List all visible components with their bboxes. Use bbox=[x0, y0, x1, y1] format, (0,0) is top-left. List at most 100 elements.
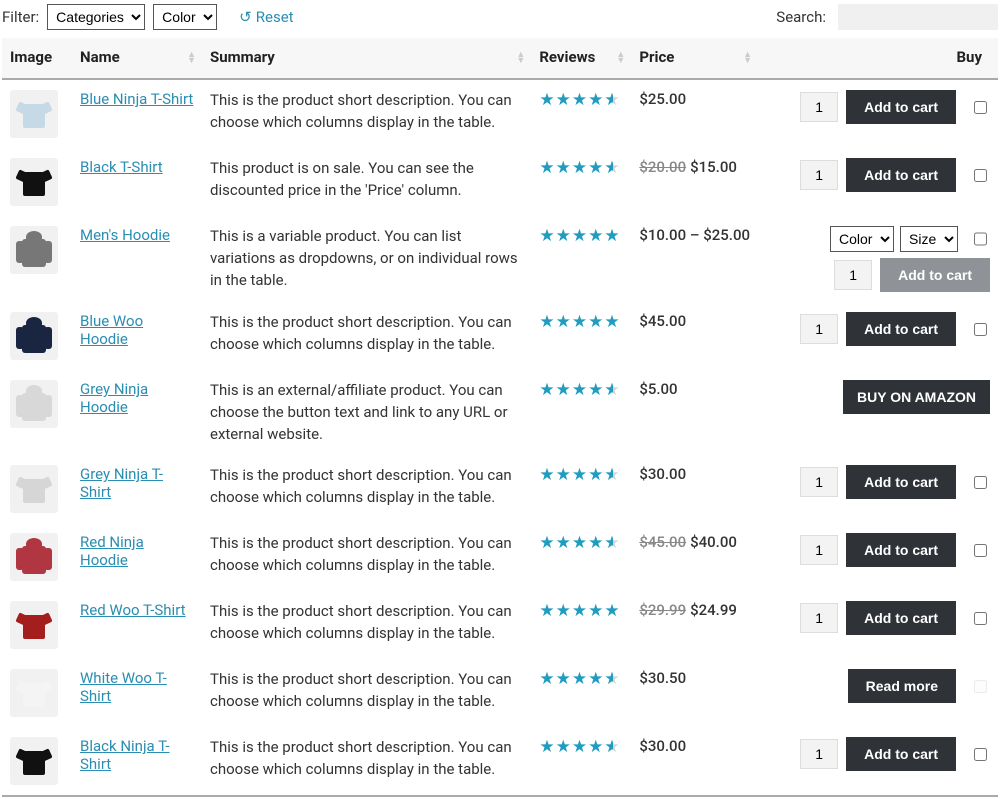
quantity-input[interactable] bbox=[800, 160, 838, 190]
add-to-cart-button[interactable]: Add to cart bbox=[846, 737, 956, 771]
product-price: $30.50 bbox=[639, 669, 750, 687]
quantity-input[interactable] bbox=[800, 535, 838, 565]
old-price: $20.00 bbox=[639, 158, 686, 176]
star-icon bbox=[539, 601, 554, 621]
variation-color-select[interactable]: Color bbox=[830, 226, 894, 252]
select-row-checkbox[interactable] bbox=[974, 476, 987, 489]
product-price: $20.00$15.00 bbox=[639, 158, 750, 176]
star-icon bbox=[588, 465, 603, 485]
product-name-link[interactable]: Blue Ninja T-Shirt bbox=[80, 90, 193, 108]
star-rating bbox=[539, 158, 621, 178]
product-name-link[interactable]: Black Ninja T-Shirt bbox=[80, 737, 170, 773]
star-rating bbox=[539, 226, 619, 246]
add-to-cart-button[interactable]: Add to cart bbox=[880, 258, 990, 292]
reset-link[interactable]: Reset bbox=[239, 8, 293, 26]
header-price[interactable]: Price▲▼ bbox=[631, 38, 758, 79]
quantity-input[interactable] bbox=[800, 739, 838, 769]
select-row-checkbox[interactable] bbox=[974, 612, 987, 625]
product-image[interactable] bbox=[10, 90, 58, 138]
add-to-cart-button[interactable]: Add to cart bbox=[846, 465, 956, 499]
add-to-cart-button[interactable]: Add to cart bbox=[846, 158, 956, 192]
table-row: Black T-Shirt This product is on sale. Y… bbox=[2, 148, 998, 216]
product-thumbnail-tshirt bbox=[17, 166, 51, 198]
read-more-button[interactable]: Read more bbox=[848, 669, 956, 703]
select-row-checkbox[interactable] bbox=[974, 229, 987, 249]
search-input[interactable] bbox=[838, 4, 998, 30]
price-value: $30.50 bbox=[639, 669, 686, 687]
buy-external-button[interactable]: BUY ON AMAZON bbox=[843, 380, 990, 414]
header-summary[interactable]: Summary▲▼ bbox=[202, 38, 531, 79]
product-summary: This is the product short description. Y… bbox=[210, 312, 523, 356]
star-icon bbox=[572, 380, 587, 400]
product-price: $29.99$24.99 bbox=[639, 601, 750, 619]
quantity-input[interactable] bbox=[800, 603, 838, 633]
product-image[interactable] bbox=[10, 312, 58, 360]
header-reviews[interactable]: Reviews▲▼ bbox=[531, 38, 631, 79]
product-image[interactable] bbox=[10, 158, 58, 206]
star-half-icon bbox=[604, 380, 621, 400]
filter-categories-select[interactable]: Categories bbox=[47, 4, 145, 30]
add-to-cart-button[interactable]: Add to cart bbox=[846, 601, 956, 635]
product-summary: This is the product short description. Y… bbox=[210, 465, 523, 509]
price-value: $30.00 bbox=[639, 465, 686, 483]
add-to-cart-button[interactable]: Add to cart bbox=[846, 533, 956, 567]
product-thumbnail-tshirt bbox=[17, 677, 51, 709]
old-price: $29.99 bbox=[639, 601, 686, 619]
star-icon bbox=[588, 669, 603, 689]
product-thumbnail-tshirt bbox=[17, 98, 51, 130]
product-thumbnail-hoodie bbox=[16, 317, 52, 355]
star-icon bbox=[539, 312, 554, 332]
product-name-link[interactable]: Grey Ninja T-Shirt bbox=[80, 465, 163, 501]
header-name[interactable]: Name▲▼ bbox=[72, 38, 202, 79]
product-name-link[interactable]: Blue Woo Hoodie bbox=[80, 312, 143, 348]
price-value: $30.00 bbox=[639, 737, 686, 755]
star-rating bbox=[539, 380, 621, 400]
table-row: Blue Woo Hoodie This is the product shor… bbox=[2, 302, 998, 370]
quantity-input[interactable] bbox=[800, 92, 838, 122]
star-icon bbox=[556, 226, 571, 246]
variation-size-select[interactable]: Size bbox=[900, 226, 958, 252]
star-icon bbox=[588, 312, 603, 332]
star-half-icon bbox=[604, 533, 621, 553]
product-price: $30.00 bbox=[639, 737, 750, 755]
star-rating bbox=[539, 465, 621, 485]
product-image[interactable] bbox=[10, 226, 58, 274]
search-label: Search: bbox=[776, 8, 826, 26]
select-row-checkbox[interactable] bbox=[974, 169, 987, 182]
product-name-link[interactable]: Black T-Shirt bbox=[80, 158, 163, 176]
star-icon bbox=[588, 737, 603, 757]
star-icon bbox=[572, 312, 587, 332]
star-icon bbox=[604, 601, 619, 621]
product-name-link[interactable]: White Woo T-Shirt bbox=[80, 669, 167, 705]
quantity-input[interactable] bbox=[800, 467, 838, 497]
product-name-link[interactable]: Grey Ninja Hoodie bbox=[80, 380, 148, 416]
select-row-checkbox[interactable] bbox=[974, 748, 987, 761]
price-value: $45.00 bbox=[639, 312, 686, 330]
add-to-cart-button[interactable]: Add to cart bbox=[846, 90, 956, 124]
select-row-checkbox[interactable] bbox=[974, 323, 987, 336]
product-image[interactable] bbox=[10, 601, 58, 649]
star-icon bbox=[588, 226, 603, 246]
select-row-checkbox[interactable] bbox=[974, 544, 987, 557]
table-row: Grey Ninja Hoodie This is an external/af… bbox=[2, 370, 998, 455]
star-half-icon bbox=[604, 669, 621, 689]
product-image[interactable] bbox=[10, 669, 58, 717]
product-name-link[interactable]: Red Woo T-Shirt bbox=[80, 601, 186, 619]
add-to-cart-button[interactable]: Add to cart bbox=[846, 312, 956, 346]
star-half-icon bbox=[604, 737, 621, 757]
price-value: $25.00 bbox=[639, 90, 686, 108]
quantity-input[interactable] bbox=[800, 314, 838, 344]
quantity-input[interactable] bbox=[834, 260, 872, 290]
filter-color-select[interactable]: Color bbox=[153, 4, 217, 30]
product-image[interactable] bbox=[10, 380, 58, 428]
star-icon bbox=[588, 380, 603, 400]
star-icon bbox=[556, 312, 571, 332]
product-image[interactable] bbox=[10, 533, 58, 581]
product-summary: This is the product short description. Y… bbox=[210, 669, 523, 713]
product-name-link[interactable]: Men's Hoodie bbox=[80, 226, 170, 244]
product-image[interactable] bbox=[10, 737, 58, 785]
product-name-link[interactable]: Red Ninja Hoodie bbox=[80, 533, 144, 569]
product-image[interactable] bbox=[10, 465, 58, 513]
select-row-checkbox[interactable] bbox=[974, 101, 987, 114]
product-summary: This product is on sale. You can see the… bbox=[210, 158, 523, 202]
